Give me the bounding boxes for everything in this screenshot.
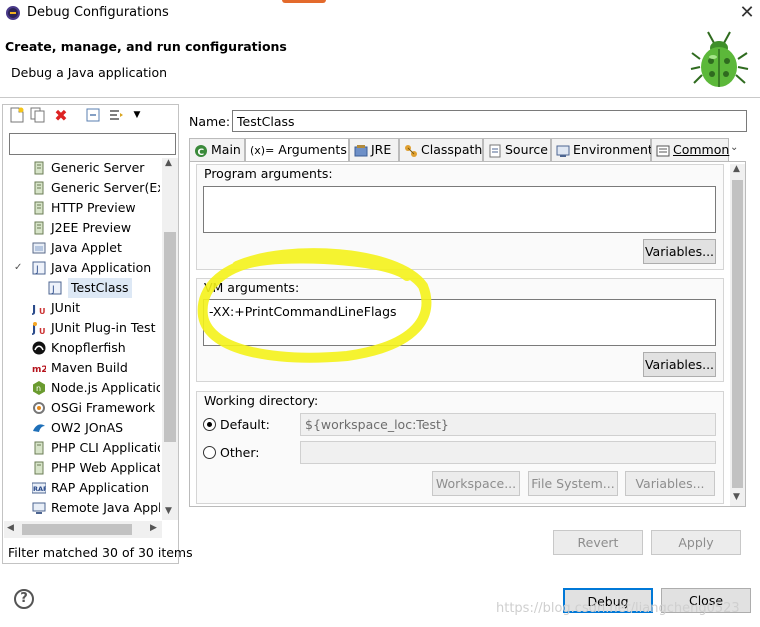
server-icon — [34, 161, 44, 175]
working-variables-button[interactable]: Variables... — [625, 471, 715, 496]
scrollbar-thumb[interactable] — [732, 180, 743, 488]
remote-java-icon — [32, 502, 46, 514]
environment-icon — [556, 145, 570, 157]
server-icon — [34, 181, 44, 195]
vm-arguments-label: VM arguments: — [204, 280, 300, 295]
svg-text:C: C — [198, 148, 205, 158]
server-icon — [34, 201, 44, 215]
vm-arguments-input[interactable]: -XX:+PrintCommandLineFlags — [203, 299, 716, 346]
php-icon — [34, 441, 44, 455]
header-subtitle: Debug a Java application — [11, 65, 168, 80]
window-title: Debug Configurations — [27, 5, 169, 20]
tree-horizontal-scrollbar[interactable]: ◀ ▶ — [4, 521, 162, 538]
server-icon — [34, 221, 44, 235]
scrollbar-thumb[interactable] — [164, 232, 176, 442]
php-icon — [34, 461, 44, 475]
help-icon[interactable]: ? — [14, 589, 34, 609]
configuration-tree: Generic Server Generic Server(Exte HTTP … — [14, 160, 160, 515]
nodejs-icon: n — [33, 381, 45, 395]
svg-text:J: J — [35, 265, 39, 275]
applet-icon — [32, 242, 46, 254]
svg-text:U: U — [39, 327, 46, 335]
tabs-overflow-chevron-icon[interactable]: ⌄ — [730, 142, 738, 153]
svg-text:n: n — [36, 384, 41, 393]
debug-button[interactable]: Debug — [563, 588, 653, 613]
svg-text:J: J — [32, 303, 36, 315]
tree-vertical-scrollbar[interactable]: ▲ ▼ — [162, 158, 178, 520]
tab-main[interactable]: C Main — [189, 138, 245, 161]
eclipse-icon — [6, 6, 20, 20]
scroll-right-icon[interactable]: ▶ — [150, 523, 157, 533]
file-system-button[interactable]: File System... — [528, 471, 618, 496]
tab-classpath[interactable]: Classpath — [399, 138, 483, 161]
jonas-icon — [33, 424, 45, 432]
vm-variables-button[interactable]: Variables... — [643, 352, 716, 377]
close-button[interactable]: Close — [661, 588, 751, 613]
scroll-up-icon[interactable]: ▲ — [165, 158, 172, 168]
svg-text:m2: m2 — [32, 365, 46, 375]
source-icon — [489, 144, 501, 157]
program-variables-button[interactable]: Variables... — [643, 239, 716, 264]
scroll-down-icon[interactable]: ▼ — [165, 506, 172, 516]
revert-button[interactable]: Revert — [553, 530, 643, 555]
workspace-button[interactable]: Workspace... — [432, 471, 520, 496]
new-configuration-icon[interactable] — [8, 106, 26, 124]
tab-jre[interactable]: JRE — [349, 138, 399, 161]
scrollbar-thumb[interactable] — [22, 524, 132, 535]
scroll-left-icon[interactable]: ◀ — [7, 523, 14, 533]
working-directory-label: Working directory: — [204, 393, 319, 408]
osgi-icon — [33, 402, 45, 414]
svg-text:RAP: RAP — [33, 485, 46, 493]
default-directory-field: ${workspace_loc:Test} — [300, 413, 716, 436]
main-tab-icon: C — [195, 144, 207, 158]
jre-icon — [354, 144, 368, 156]
scroll-up-icon[interactable]: ▲ — [733, 164, 740, 174]
window-close-button[interactable]: ✕ — [736, 2, 758, 24]
rap-icon: RAP — [32, 482, 46, 494]
configuration-toolbar: ✖ ▼ — [4, 106, 154, 126]
name-label: Name: — [189, 114, 231, 129]
tab-vertical-scrollbar[interactable]: ▲ ▼ — [730, 164, 745, 506]
filter-status: Filter matched 30 of 30 items — [8, 545, 193, 560]
view-menu-chevron-down-icon[interactable]: ▼ — [128, 106, 146, 124]
svg-text:U: U — [39, 307, 46, 315]
apply-button[interactable]: Apply — [651, 530, 741, 555]
filter-icon[interactable] — [107, 106, 125, 124]
scroll-down-icon[interactable]: ▼ — [733, 492, 740, 502]
junit-icon: JU — [32, 303, 46, 315]
name-field[interactable]: TestClass — [232, 110, 747, 132]
classpath-icon — [405, 144, 417, 157]
program-arguments-label: Program arguments: — [204, 166, 333, 181]
filter-input[interactable] — [9, 133, 176, 155]
title-bar: Debug Configurations ✕ — [0, 0, 760, 26]
expanded-chevron-icon[interactable]: ✓ — [14, 258, 22, 278]
svg-text:J: J — [51, 285, 55, 295]
tab-common[interactable]: Common — [651, 138, 729, 161]
maven-icon: m2 — [32, 365, 46, 375]
tab-environment[interactable]: Environment — [551, 138, 653, 161]
tab-arguments[interactable]: (x)= Arguments — [245, 138, 349, 162]
default-radio[interactable] — [203, 418, 216, 431]
header-title: Create, manage, and run configurations — [5, 39, 287, 54]
delete-icon[interactable]: ✖ — [52, 106, 70, 125]
common-icon — [656, 145, 670, 156]
window-accent — [282, 0, 326, 3]
arguments-tab-icon: (x)= — [250, 144, 275, 157]
java-class-icon: J — [48, 281, 62, 295]
knopflerfish-icon — [32, 341, 46, 355]
dialog-header: Create, manage, and run configurations D… — [0, 26, 760, 98]
duplicate-icon[interactable] — [29, 106, 47, 124]
java-app-icon: J — [32, 261, 46, 275]
other-radio[interactable] — [203, 446, 216, 459]
config-tabs: C Main (x)= Arguments JRE Classpath Sourc… — [189, 138, 745, 162]
collapse-all-icon[interactable] — [84, 106, 102, 124]
other-directory-field[interactable] — [300, 441, 716, 464]
debug-bug-icon — [690, 31, 749, 87]
default-label: Default: — [220, 417, 270, 432]
tab-source[interactable]: Source — [483, 138, 551, 161]
program-arguments-input[interactable] — [203, 186, 716, 233]
other-label: Other: — [220, 445, 260, 460]
junit-plugin-icon: JU — [32, 322, 46, 335]
